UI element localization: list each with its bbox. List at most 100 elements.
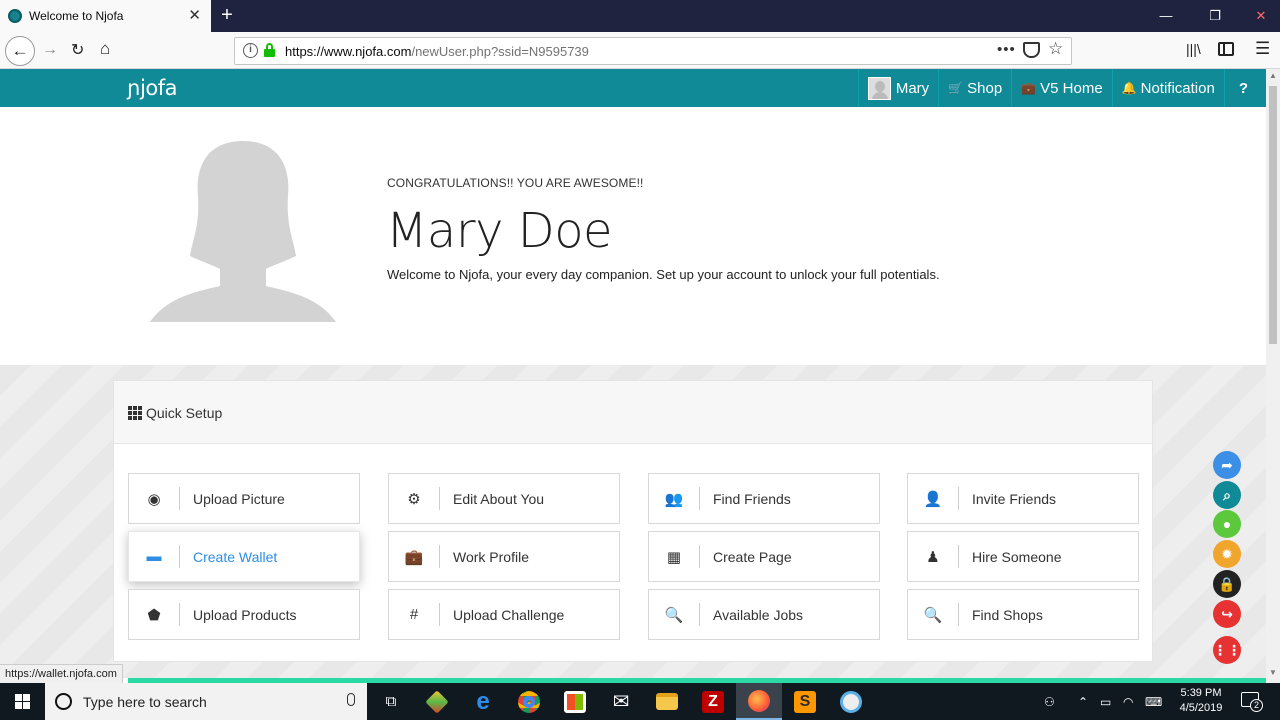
sun-icon[interactable]: ✹	[1213, 540, 1241, 568]
tag-icon: ⬟	[147, 606, 161, 624]
quick-setup-hire-someone-button[interactable]: ♟ Hire Someone	[907, 531, 1139, 582]
tray-chevron-up-icon[interactable]: ⌃	[1078, 683, 1088, 720]
wallet-icon: ▬	[146, 548, 162, 565]
profile-picture-placeholder[interactable]	[150, 141, 336, 322]
nav-help[interactable]: ?	[1223, 69, 1266, 107]
scroll-up-arrow-icon[interactable]: ▲	[1266, 71, 1280, 80]
taskbar-clock[interactable]: 5:39 PM 4/5/2019	[1167, 686, 1235, 716]
quick-setup-invite-friends-button[interactable]: 👤 Invite Friends	[907, 473, 1139, 524]
url-text[interactable]: https://www.njofa.com/newUser.php?ssid=N…	[285, 44, 589, 59]
nav-notification[interactable]: 🔔 Notification	[1111, 69, 1224, 107]
nav-v5-home[interactable]: 💼 V5 Home	[1011, 69, 1111, 107]
taskbar-app-explorer[interactable]	[644, 683, 690, 720]
cortana-circle-icon	[55, 693, 72, 710]
quick-setup-available-jobs-button[interactable]: 🔍 Available Jobs	[648, 589, 880, 640]
taskbar-search[interactable]: Type here to search	[45, 683, 367, 720]
back-arrow-icon[interactable]: ←	[5, 36, 35, 66]
quick-setup-work-profile-button[interactable]: 💼 Work Profile	[388, 531, 620, 582]
clock-time: 5:39 PM	[1180, 687, 1222, 699]
quick-setup-edit-about-you-button[interactable]: ⚙ Edit About You	[388, 473, 620, 524]
store-bag-icon	[564, 690, 586, 713]
lightbulb-icon[interactable]: ●	[1213, 510, 1241, 538]
battery-icon[interactable]: ▭	[1100, 683, 1111, 720]
taskbar-app-layers[interactable]	[414, 683, 460, 720]
quick-setup-upload-products-button[interactable]: ⬟ Upload Products	[128, 589, 360, 640]
taskbar-app-store[interactable]	[552, 683, 598, 720]
quick-setup-upload-challenge-button[interactable]: # Upload Challenge	[388, 589, 620, 640]
microphone-icon[interactable]	[347, 693, 355, 706]
nav-shop[interactable]: 🛒 Shop	[938, 69, 1011, 107]
user-tie-icon: ♟	[926, 548, 940, 566]
nav-user[interactable]: Mary	[857, 69, 938, 107]
page-scrollbar[interactable]: ▲ ▼	[1266, 69, 1280, 683]
site-info-icon[interactable]: i	[243, 43, 258, 58]
quick-setup-create-page-button[interactable]: ▦ Create Page	[648, 531, 880, 582]
quick-setup-label: Hire Someone	[972, 548, 1062, 565]
window-restore-icon[interactable]: ❐	[1192, 0, 1238, 32]
quick-setup-create-wallet-button[interactable]: ▬ Create Wallet	[128, 531, 360, 582]
home-icon[interactable]: ⌂	[100, 39, 110, 59]
taskbar-app-chrome[interactable]	[506, 683, 552, 720]
button-divider	[439, 487, 440, 510]
url-path: /newUser.php?ssid=N9595739	[411, 44, 589, 59]
user-plus-icon: 👤	[923, 490, 943, 508]
tab-title: Welcome to Njofa	[29, 9, 124, 23]
browser-tab-active[interactable]: Welcome to Njofa ✕	[0, 0, 211, 32]
taskbar-app-edge[interactable]: e	[460, 683, 506, 720]
logout-icon[interactable]: ↪	[1213, 600, 1241, 628]
bookmark-star-icon[interactable]: ☆	[1048, 39, 1063, 59]
quick-setup-upload-picture-button[interactable]: ◉ Upload Picture	[128, 473, 360, 524]
people-icon[interactable]: ⚇	[1044, 683, 1055, 720]
building-icon: ▦	[666, 548, 682, 566]
library-icon[interactable]: |||\	[1186, 41, 1201, 57]
apps-grid-icon[interactable]: ⋮⋮	[1213, 636, 1241, 664]
quick-setup-label: Invite Friends	[972, 490, 1057, 507]
button-divider	[699, 545, 700, 568]
bell-icon: 🔔	[1121, 81, 1137, 95]
url-host: https://www.njofa.com	[285, 44, 412, 59]
reload-icon[interactable]: ↻	[71, 40, 84, 60]
start-button[interactable]	[0, 683, 44, 720]
quick-setup-find-friends-button[interactable]: 👥 Find Friends	[648, 473, 880, 524]
taskbar-app-firefox[interactable]	[736, 683, 782, 720]
search-icon[interactable]: ⌕	[1213, 481, 1241, 509]
keyboard-icon[interactable]: ⌨	[1145, 683, 1162, 720]
layers-app-icon	[425, 689, 449, 714]
quick-setup-title-text: Quick Setup	[146, 405, 223, 421]
users-icon: 👥	[664, 490, 684, 508]
wifi-icon[interactable]: ◠	[1123, 683, 1133, 720]
nav-user-label: Mary	[895, 79, 930, 97]
user-avatar	[867, 76, 891, 100]
scroll-down-arrow-icon[interactable]: ▼	[1266, 668, 1280, 677]
page-actions-ellipsis-icon[interactable]: •••	[997, 41, 1016, 58]
taskbar-app-paint[interactable]	[828, 683, 874, 720]
quick-setup-find-shops-button[interactable]: 🔍 Find Shops	[907, 589, 1139, 640]
nav-notification-label: Notification	[1140, 79, 1215, 97]
window-close-icon[interactable]: ✕	[1238, 0, 1280, 32]
hamburger-menu-icon[interactable]: ☰	[1255, 39, 1270, 59]
nav-shop-label: Shop	[967, 79, 1003, 97]
status-url: https://wallet.njofa.com	[0, 664, 123, 684]
tab-close-icon[interactable]: ✕	[188, 7, 201, 25]
window-minimize-icon[interactable]: —	[1143, 0, 1189, 32]
button-divider	[439, 545, 440, 568]
taskbar-app-mail[interactable]: ✉	[598, 683, 644, 720]
scroll-thumb[interactable]	[1269, 86, 1277, 344]
sublime-text-icon: S	[794, 690, 816, 713]
new-tab-plus-icon[interactable]: +	[216, 4, 238, 26]
njofa-logo[interactable]: ɲjofa	[127, 76, 178, 100]
button-divider	[958, 603, 959, 626]
quick-setup-label: Upload Challenge	[453, 606, 565, 623]
taskbar-app-sublime[interactable]: S	[782, 683, 828, 720]
task-view-icon[interactable]: ⧉	[368, 683, 414, 720]
lock-icon[interactable]	[264, 43, 275, 58]
taskbar-app-filezilla[interactable]: Z	[690, 683, 736, 720]
notification-count-badge: 2	[1250, 699, 1263, 712]
share-arrow-icon[interactable]: ➦	[1213, 451, 1241, 479]
pocket-icon[interactable]	[1023, 42, 1040, 58]
lock-icon[interactable]: 🔒	[1213, 570, 1241, 598]
profile-name: Mary Doe	[386, 203, 613, 259]
address-bar[interactable]: i https://www.njofa.com/newUser.php?ssid…	[234, 37, 1072, 65]
sidebar-toggle-icon[interactable]	[1218, 42, 1234, 56]
forward-arrow-icon[interactable]: →	[42, 41, 58, 59]
